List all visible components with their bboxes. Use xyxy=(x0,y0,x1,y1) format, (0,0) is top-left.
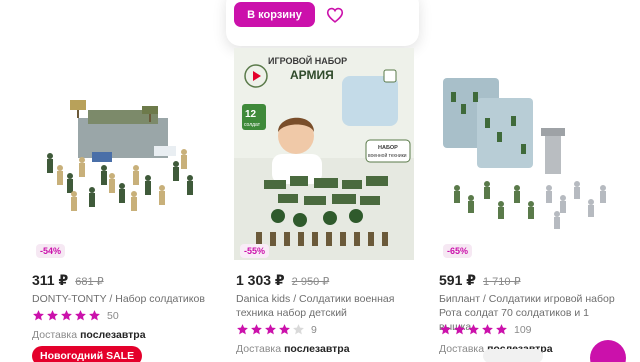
discount-badge: -54% xyxy=(36,244,66,258)
star-icon xyxy=(496,324,507,335)
image-count: 12 xyxy=(245,109,257,120)
product-title[interactable]: Danica kids / Солдатики военная техника … xyxy=(236,292,414,320)
product-card[interactable]: ИГРОВОЙ НАБОР АРМИЯ 12 солдат НАБОР воен… xyxy=(234,48,414,355)
delivery-label: Доставка xyxy=(439,343,485,355)
old-price: 1 710 ₽ xyxy=(483,276,521,288)
star-icon xyxy=(293,324,304,335)
delivery-label: Доставка xyxy=(32,329,78,341)
stars xyxy=(236,323,306,336)
stars xyxy=(32,309,102,322)
image-caption-text: военной техники xyxy=(368,152,407,159)
star-icon xyxy=(237,324,248,335)
floating-action-button[interactable] xyxy=(590,340,626,362)
heart-icon xyxy=(326,7,344,23)
product-image[interactable]: -54% xyxy=(30,48,210,260)
add-to-cart-button[interactable]: В корзину xyxy=(234,2,315,27)
price: 1 303 ₽ xyxy=(236,272,285,288)
old-price: 2 950 ₽ xyxy=(291,276,330,288)
promo-label[interactable]: Новогодний SALE xyxy=(32,346,143,362)
star-icon xyxy=(265,324,276,335)
star-icon xyxy=(468,324,479,335)
product-image[interactable]: ИГРОВОЙ НАБОР АРМИЯ 12 солдат НАБОР воен… xyxy=(234,48,414,260)
product-card[interactable]: -65% 591 ₽ 1 710 ₽ Биплант / Солдатики и… xyxy=(437,48,617,355)
favorite-button[interactable] xyxy=(325,5,345,25)
star-icon xyxy=(89,310,100,321)
price-row: 311 ₽ 681 ₽ xyxy=(32,272,104,289)
product-image[interactable]: -65% xyxy=(437,48,617,260)
price-row: 1 303 ₽ 2 950 ₽ xyxy=(236,272,329,289)
price: 311 ₽ xyxy=(32,272,69,288)
star-icon xyxy=(454,324,465,335)
product-title[interactable]: DONTY-TONTY / Набор солдатиков xyxy=(32,292,210,306)
review-count: 9 xyxy=(311,323,317,336)
price-row: 591 ₽ 1 710 ₽ xyxy=(439,272,521,289)
discount-badge: -65% xyxy=(443,244,473,258)
army-set-boy-image: ИГРОВОЙ НАБОР АРМИЯ 12 солдат НАБОР воен… xyxy=(234,48,414,260)
star-icon xyxy=(33,310,44,321)
stars xyxy=(439,323,509,336)
product-card[interactable]: -54% 311 ₽ 681 ₽ DONTY-TONTY / Набор сол… xyxy=(30,48,210,341)
review-count: 50 xyxy=(107,309,119,322)
brand: DONTY-TONTY xyxy=(32,293,107,305)
delivery-info: Доставкапослезавтра xyxy=(236,343,350,355)
star-icon xyxy=(47,310,58,321)
rating: 109 xyxy=(439,323,532,336)
rating: 9 xyxy=(236,323,317,336)
star-icon xyxy=(251,324,262,335)
image-subheading: АРМИЯ xyxy=(290,68,334,82)
image-count-label: солдат xyxy=(244,122,261,128)
brand: Биплант xyxy=(439,293,481,305)
star-icon xyxy=(440,324,451,335)
star-icon xyxy=(482,324,493,335)
delivery-label: Доставка xyxy=(236,343,282,355)
soldier-bags-image xyxy=(443,78,606,229)
image-heading: ИГРОВОЙ НАБОР xyxy=(268,55,347,66)
product-name: Набор солдатиков xyxy=(115,293,205,305)
old-price: 681 ₽ xyxy=(75,276,104,288)
army-soldiers-image xyxy=(47,100,193,211)
delivery-date: послезавтра xyxy=(80,329,146,341)
promo-tag xyxy=(483,349,543,362)
price: 591 ₽ xyxy=(439,272,476,288)
star-icon xyxy=(61,310,72,321)
rating: 50 xyxy=(32,309,119,322)
star-icon xyxy=(279,324,290,335)
brand: Danica kids xyxy=(236,293,291,305)
delivery-info: Доставкапослезавтра xyxy=(32,329,146,341)
image-caption-title: НАБОР xyxy=(378,145,398,151)
review-count: 109 xyxy=(514,323,532,336)
delivery-date: послезавтра xyxy=(284,343,350,355)
discount-badge: -55% xyxy=(240,244,270,258)
star-icon xyxy=(75,310,86,321)
